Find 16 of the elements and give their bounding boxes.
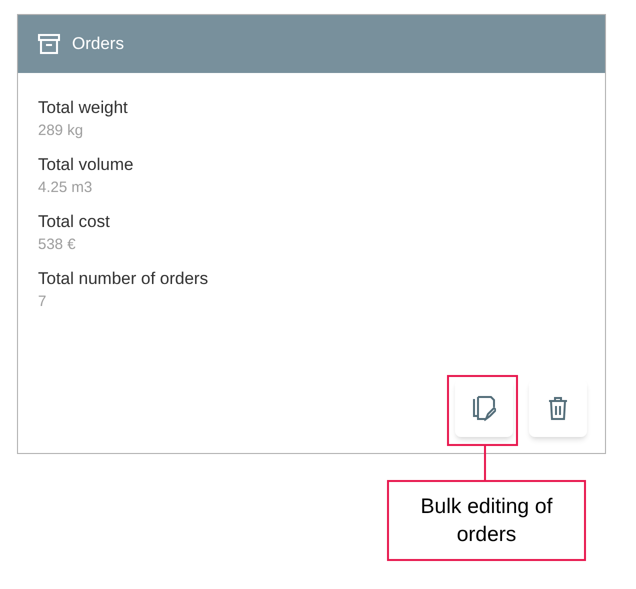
archive-box-icon — [38, 34, 60, 54]
copy-edit-icon — [472, 395, 496, 421]
stat-value: 4.25 m3 — [38, 178, 94, 198]
stat-value: 7 — [38, 292, 48, 312]
trash-icon — [548, 396, 568, 420]
card-title: Orders — [72, 33, 124, 56]
stat-label: Total weight — [38, 97, 129, 118]
stat-label: Total number of orders — [38, 268, 210, 289]
delete-button[interactable] — [529, 379, 587, 437]
stat-value: 289 kg — [38, 121, 84, 141]
stat-value: 538 € — [38, 235, 77, 255]
stat-label: Total cost — [38, 211, 111, 232]
callout-text: Bulk editing of orders — [420, 494, 554, 548]
highlight-frame — [447, 375, 518, 446]
bulk-edit-button[interactable] — [455, 379, 513, 437]
stat-label: Total volume — [38, 154, 134, 175]
